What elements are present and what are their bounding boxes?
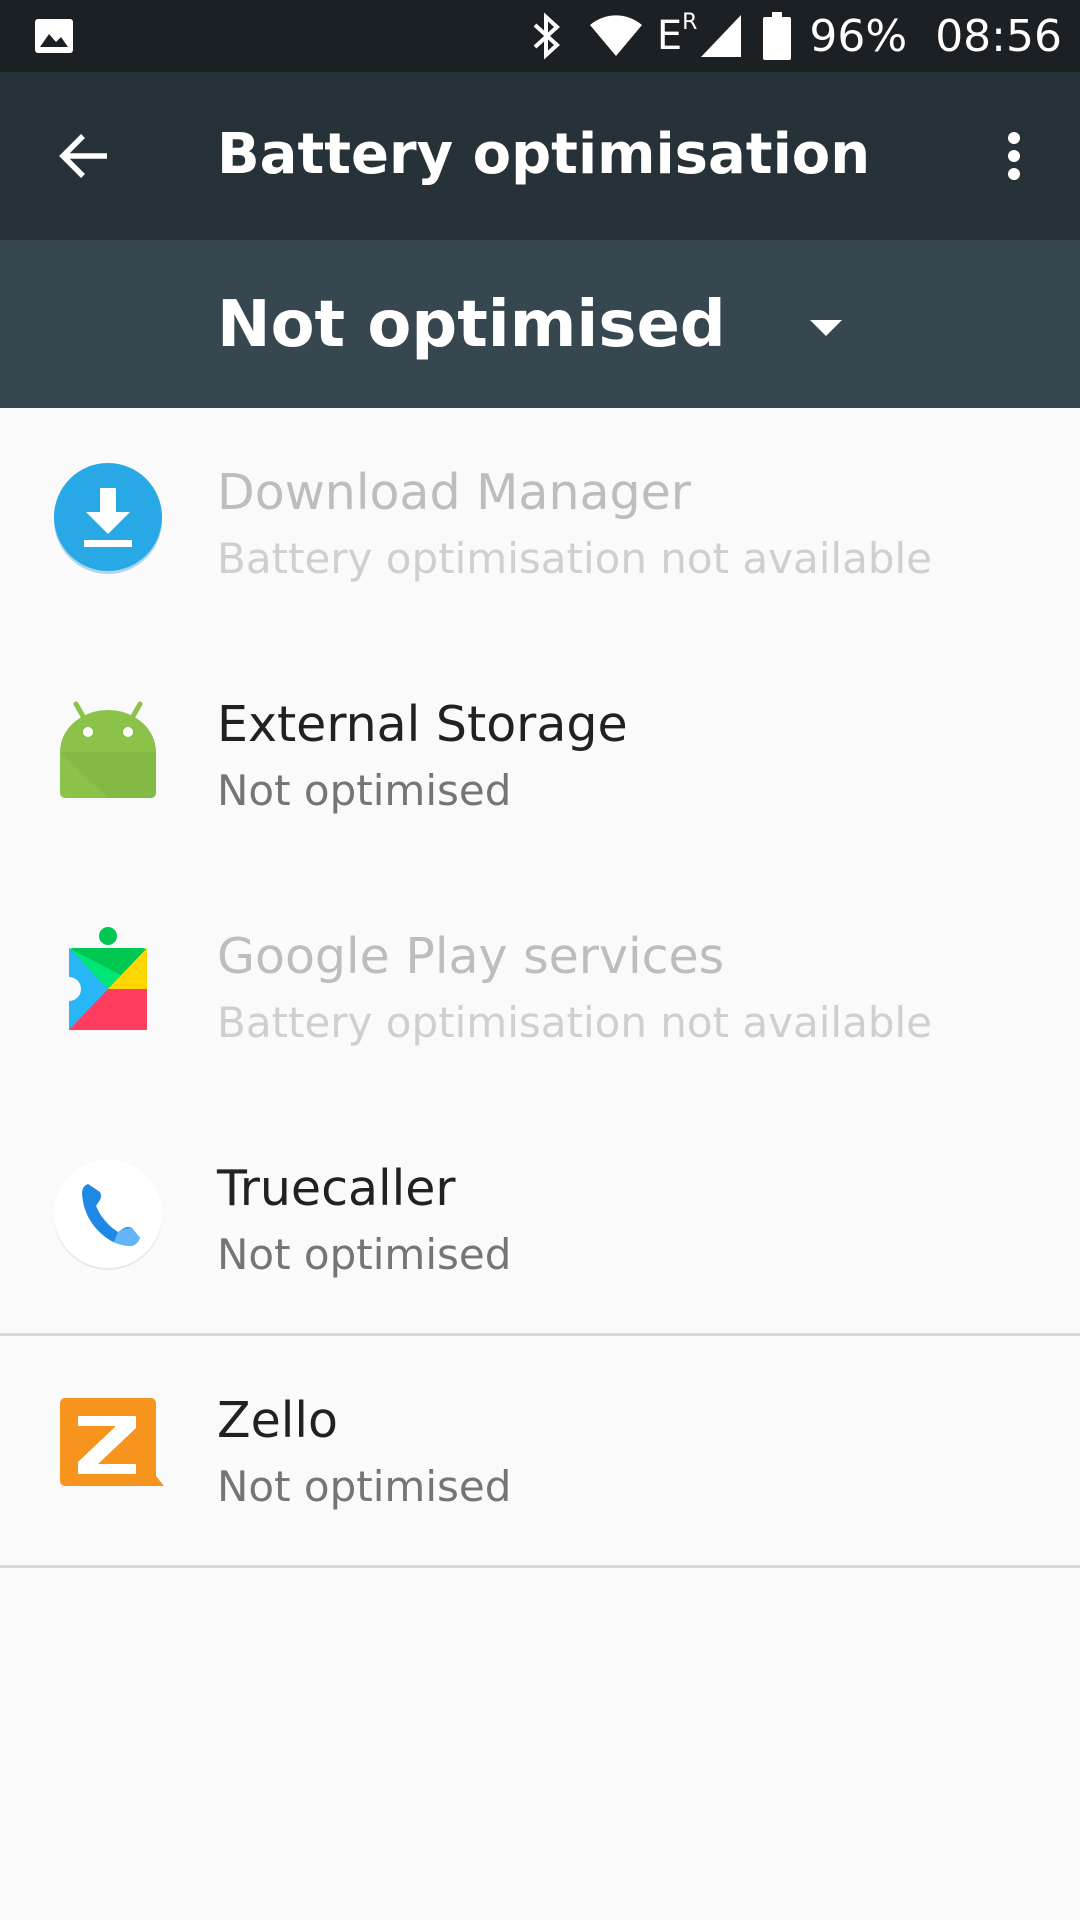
app-name: Download Manager: [217, 464, 691, 521]
zello-icon: [50, 1388, 166, 1504]
app-status: Not optimised: [217, 766, 512, 815]
list-item-truecaller[interactable]: Truecaller Not optimised: [0, 1104, 1080, 1336]
battery-percent: 96%: [809, 10, 908, 62]
back-button[interactable]: [40, 116, 128, 196]
more-options-button[interactable]: [990, 116, 1038, 196]
app-name: Zello: [217, 1392, 338, 1449]
app-name: Google Play services: [217, 928, 725, 985]
signal-icon: [701, 15, 742, 57]
page-title: Battery optimisation: [217, 122, 871, 187]
download-manager-icon: [50, 460, 166, 576]
play-services-icon: [50, 924, 166, 1040]
app-list: Download Manager Battery optimisation no…: [0, 408, 1080, 1568]
app-status: Not optimised: [217, 1462, 512, 1511]
app-status: Not optimised: [217, 1230, 512, 1279]
dropdown-arrow-icon: [809, 320, 842, 336]
filter-dropdown[interactable]: Not optimised: [217, 270, 842, 380]
app-toolbar: Battery optimisation: [0, 72, 1080, 240]
list-item-google-play-services[interactable]: Google Play services Battery optimisatio…: [0, 872, 1080, 1104]
android-icon: [50, 692, 166, 808]
gallery-icon: [35, 19, 73, 53]
wifi-icon: [589, 15, 642, 57]
filter-selected-label: Not optimised: [217, 288, 726, 362]
bluetooth-icon: [533, 12, 560, 60]
list-item-download-manager[interactable]: Download Manager Battery optimisation no…: [0, 408, 1080, 640]
app-status: Battery optimisation not available: [217, 534, 933, 583]
app-name: Truecaller: [217, 1160, 456, 1217]
clock: 08:56: [935, 10, 1062, 62]
app-status: Battery optimisation not available: [217, 998, 933, 1047]
battery-icon: [763, 12, 792, 60]
list-item-zello[interactable]: Zello Not optimised: [0, 1336, 1080, 1568]
app-name: External Storage: [217, 696, 628, 753]
more-vert-icon: [1008, 132, 1020, 180]
filter-bar: Not optimised: [0, 240, 1080, 408]
network-type-label: ER: [656, 9, 698, 59]
phone-icon: [50, 1156, 166, 1272]
list-item-external-storage[interactable]: External Storage Not optimised: [0, 640, 1080, 872]
status-bar: ER 96% 08:56: [0, 0, 1080, 72]
arrow-back-icon: [59, 134, 107, 178]
